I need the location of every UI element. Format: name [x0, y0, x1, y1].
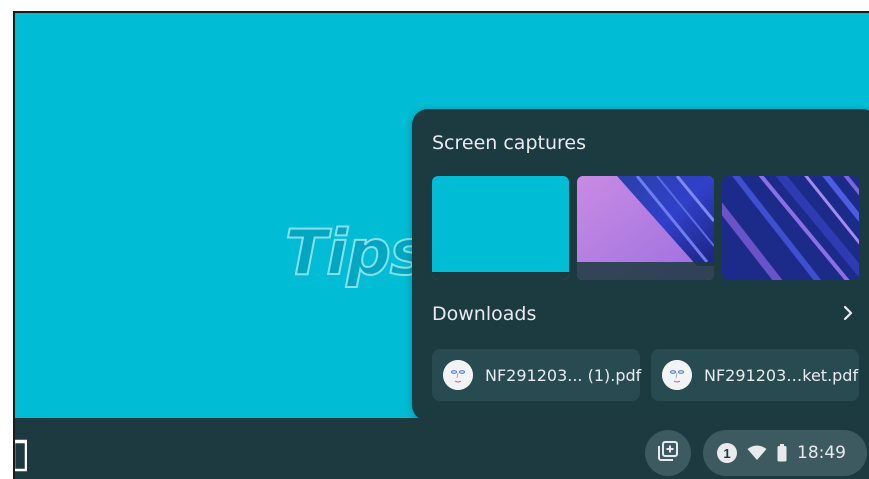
screen-capture-thumbnail-1[interactable] [432, 176, 569, 280]
status-tray[interactable]: 1 18:49 [703, 430, 867, 476]
screen-capture-thumbnail-3[interactable] [722, 176, 859, 280]
downloads-header[interactable]: Downloads [432, 299, 858, 329]
battery-icon [777, 444, 787, 462]
screen-capture-thumbnail-2[interactable] [577, 176, 714, 280]
clock-time: 18:49 [797, 443, 846, 463]
face-icon [662, 360, 692, 390]
holding-space-button[interactable] [645, 430, 691, 476]
notification-count-badge: 1 [717, 443, 737, 463]
download-file-name: NF291203... (1).pdf [485, 365, 642, 385]
shelf: 1 18:49 [15, 418, 869, 479]
download-file-name: NF291203…ket.pdf [704, 365, 859, 385]
chevron-right-icon[interactable] [838, 303, 858, 323]
screen-captures-title: Screen captures [432, 132, 586, 154]
trash-icon[interactable] [15, 438, 28, 472]
desktop: TipsMake.com Screen captures [13, 11, 869, 479]
holding-space-icon [656, 439, 680, 468]
face-icon [443, 360, 473, 390]
holding-space-panel: Screen captures Downloads NF291203... (1… [412, 109, 869, 421]
download-file-chip-2[interactable]: NF291203…ket.pdf [651, 349, 859, 401]
download-file-chip-1[interactable]: NF291203... (1).pdf [432, 349, 642, 401]
downloads-title: Downloads [432, 303, 537, 325]
wifi-icon [747, 445, 767, 461]
